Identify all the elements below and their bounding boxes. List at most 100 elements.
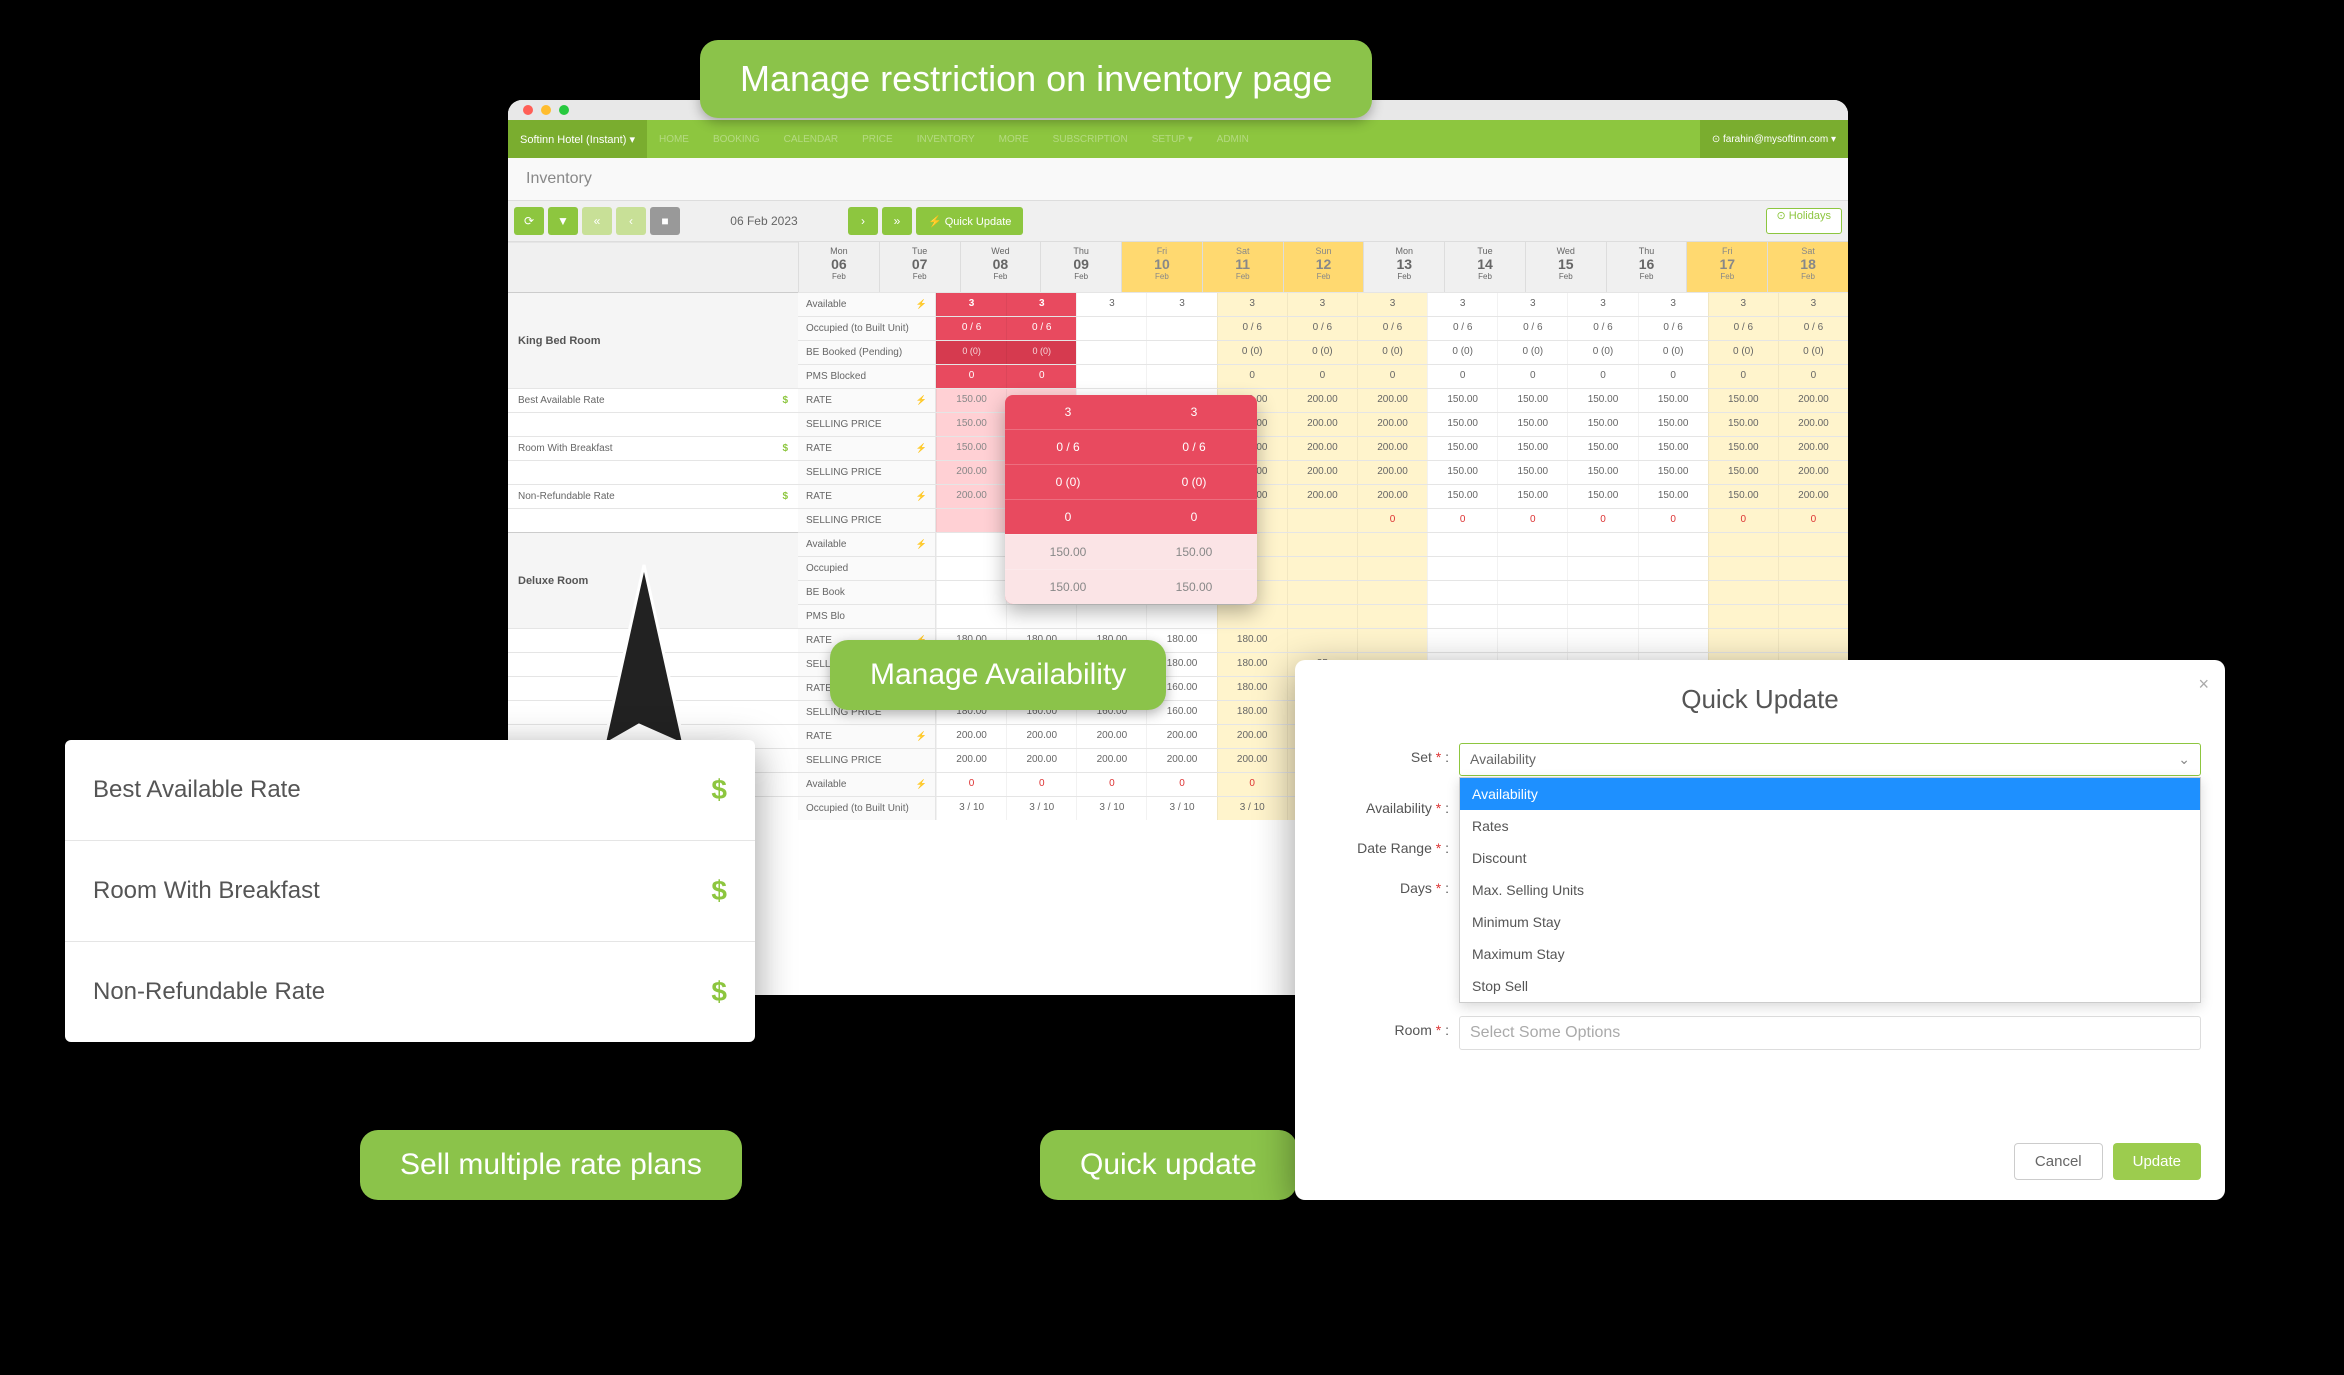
rate-plan-item[interactable]: Non-Refundable Rate$	[65, 942, 755, 1042]
grid-cell[interactable]: 3	[1778, 293, 1848, 316]
grid-cell[interactable]	[1146, 365, 1216, 388]
grid-cell[interactable]: 150.00	[936, 413, 1006, 436]
grid-cell[interactable]: 200.00	[1778, 389, 1848, 412]
date-header[interactable]: Mon06Feb	[798, 242, 879, 292]
grid-cell[interactable]	[1357, 557, 1427, 580]
room-select[interactable]: Select Some Options	[1459, 1016, 2201, 1050]
grid-cell[interactable]	[1287, 629, 1357, 652]
grid-cell[interactable]: 0 / 6	[1638, 317, 1708, 340]
grid-cell[interactable]: 150.00	[1497, 413, 1567, 436]
option-stop-sell[interactable]: Stop Sell	[1460, 970, 2200, 1002]
grid-cell[interactable]: 0	[1497, 365, 1567, 388]
grid-cell[interactable]: 0	[1357, 365, 1427, 388]
grid-cell[interactable]: 0	[1638, 365, 1708, 388]
grid-cell[interactable]: 3	[1638, 293, 1708, 316]
grid-cell[interactable]	[1287, 605, 1357, 628]
grid-cell[interactable]	[1427, 581, 1497, 604]
grid-cell[interactable]	[1287, 509, 1357, 532]
rate-plan-label[interactable]: Non-Refundable Rate$	[508, 484, 798, 508]
grid-cell[interactable]: 150.00	[1427, 413, 1497, 436]
date-header[interactable]: Tue14Feb	[1444, 242, 1525, 292]
holidays-button[interactable]: ⊙ Holidays	[1766, 208, 1842, 234]
grid-cell[interactable]	[1006, 605, 1076, 628]
grid-cell[interactable]: 3	[1567, 293, 1637, 316]
grid-cell[interactable]: 0	[1076, 773, 1146, 796]
option-discount[interactable]: Discount	[1460, 842, 2200, 874]
grid-cell[interactable]	[1638, 581, 1708, 604]
grid-cell[interactable]	[1778, 581, 1848, 604]
grid-cell[interactable]	[936, 533, 1006, 556]
today-icon[interactable]: ■	[650, 207, 680, 235]
rate-plan-label[interactable]: Best Available Rate$	[508, 388, 798, 412]
cancel-button[interactable]: Cancel	[2014, 1143, 2103, 1180]
grid-cell[interactable]: 150.00	[1427, 437, 1497, 460]
rate-plan-item[interactable]: Best Available Rate$	[65, 740, 755, 841]
nav-price[interactable]: PRICE	[850, 134, 905, 145]
grid-cell[interactable]: 0	[1638, 509, 1708, 532]
grid-cell[interactable]: 0	[1217, 365, 1287, 388]
date-header[interactable]: Thu09Feb	[1040, 242, 1121, 292]
grid-cell[interactable]	[1357, 581, 1427, 604]
refresh-icon[interactable]: ⟳	[514, 207, 544, 235]
grid-cell[interactable]: 150.00	[1708, 389, 1778, 412]
grid-cell[interactable]	[1708, 629, 1778, 652]
grid-cell[interactable]	[1778, 605, 1848, 628]
grid-cell[interactable]	[1357, 605, 1427, 628]
grid-cell[interactable]	[1497, 533, 1567, 556]
grid-cell[interactable]: 0 (0)	[1287, 341, 1357, 364]
grid-cell[interactable]: 3	[936, 293, 1006, 316]
grid-cell[interactable]: 0 (0)	[936, 341, 1006, 364]
grid-cell[interactable]: 0	[1217, 773, 1287, 796]
grid-cell[interactable]	[1567, 629, 1637, 652]
quick-update-button[interactable]: ⚡ Quick Update	[916, 207, 1023, 235]
date-header[interactable]: Wed15Feb	[1525, 242, 1606, 292]
grid-cell[interactable]: 200.00	[1076, 725, 1146, 748]
grid-cell[interactable]: 200.00	[936, 749, 1006, 772]
nav-subscription[interactable]: SUBSCRIPTION	[1041, 134, 1140, 145]
grid-cell[interactable]: 150.00	[1427, 461, 1497, 484]
grid-cell[interactable]: 150.00	[1567, 485, 1637, 508]
nav-home[interactable]: HOME	[647, 134, 701, 145]
grid-cell[interactable]	[1287, 557, 1357, 580]
grid-cell[interactable]: 3	[1076, 293, 1146, 316]
grid-cell[interactable]: 3 / 10	[1076, 797, 1146, 820]
grid-cell[interactable]: 0 (0)	[1638, 341, 1708, 364]
grid-cell[interactable]	[1638, 557, 1708, 580]
grid-cell[interactable]: 200.00	[936, 461, 1006, 484]
grid-cell[interactable]: 200.00	[1357, 461, 1427, 484]
grid-cell[interactable]: 3	[1287, 293, 1357, 316]
grid-cell[interactable]: 180.00	[1217, 629, 1287, 652]
date-input[interactable]: 06 Feb 2023	[684, 214, 844, 228]
grid-cell[interactable]: 150.00	[1427, 389, 1497, 412]
grid-cell[interactable]: 200.00	[1217, 749, 1287, 772]
grid-cell[interactable]	[1778, 533, 1848, 556]
grid-cell[interactable]: 150.00	[936, 437, 1006, 460]
grid-cell[interactable]: 0	[1146, 773, 1216, 796]
grid-cell[interactable]	[1076, 365, 1146, 388]
grid-cell[interactable]	[1567, 557, 1637, 580]
grid-cell[interactable]: 0 (0)	[1006, 341, 1076, 364]
grid-cell[interactable]	[1638, 605, 1708, 628]
grid-cell[interactable]	[936, 605, 1006, 628]
grid-cell[interactable]: 200.00	[1357, 485, 1427, 508]
grid-cell[interactable]	[1076, 317, 1146, 340]
grid-cell[interactable]: 200.00	[1287, 413, 1357, 436]
grid-cell[interactable]: 0	[1567, 509, 1637, 532]
grid-cell[interactable]	[1076, 605, 1146, 628]
grid-cell[interactable]	[1638, 629, 1708, 652]
grid-cell[interactable]	[1708, 605, 1778, 628]
grid-cell[interactable]: 150.00	[1427, 485, 1497, 508]
grid-cell[interactable]: 200.00	[1146, 749, 1216, 772]
nav-admin[interactable]: ADMIN	[1205, 134, 1261, 145]
grid-cell[interactable]: 3	[1006, 293, 1076, 316]
grid-cell[interactable]: 150.00	[936, 389, 1006, 412]
grid-cell[interactable]: 3	[1497, 293, 1567, 316]
date-header[interactable]: Fri10Feb	[1121, 242, 1202, 292]
grid-cell[interactable]: 0	[1427, 509, 1497, 532]
date-header[interactable]: Sat18Feb	[1767, 242, 1848, 292]
prev-fast-icon[interactable]: «	[582, 207, 612, 235]
grid-cell[interactable]: 150.00	[1638, 485, 1708, 508]
option-max-selling[interactable]: Max. Selling Units	[1460, 874, 2200, 906]
grid-cell[interactable]: 0 (0)	[1708, 341, 1778, 364]
prev-icon[interactable]: ‹	[616, 207, 646, 235]
